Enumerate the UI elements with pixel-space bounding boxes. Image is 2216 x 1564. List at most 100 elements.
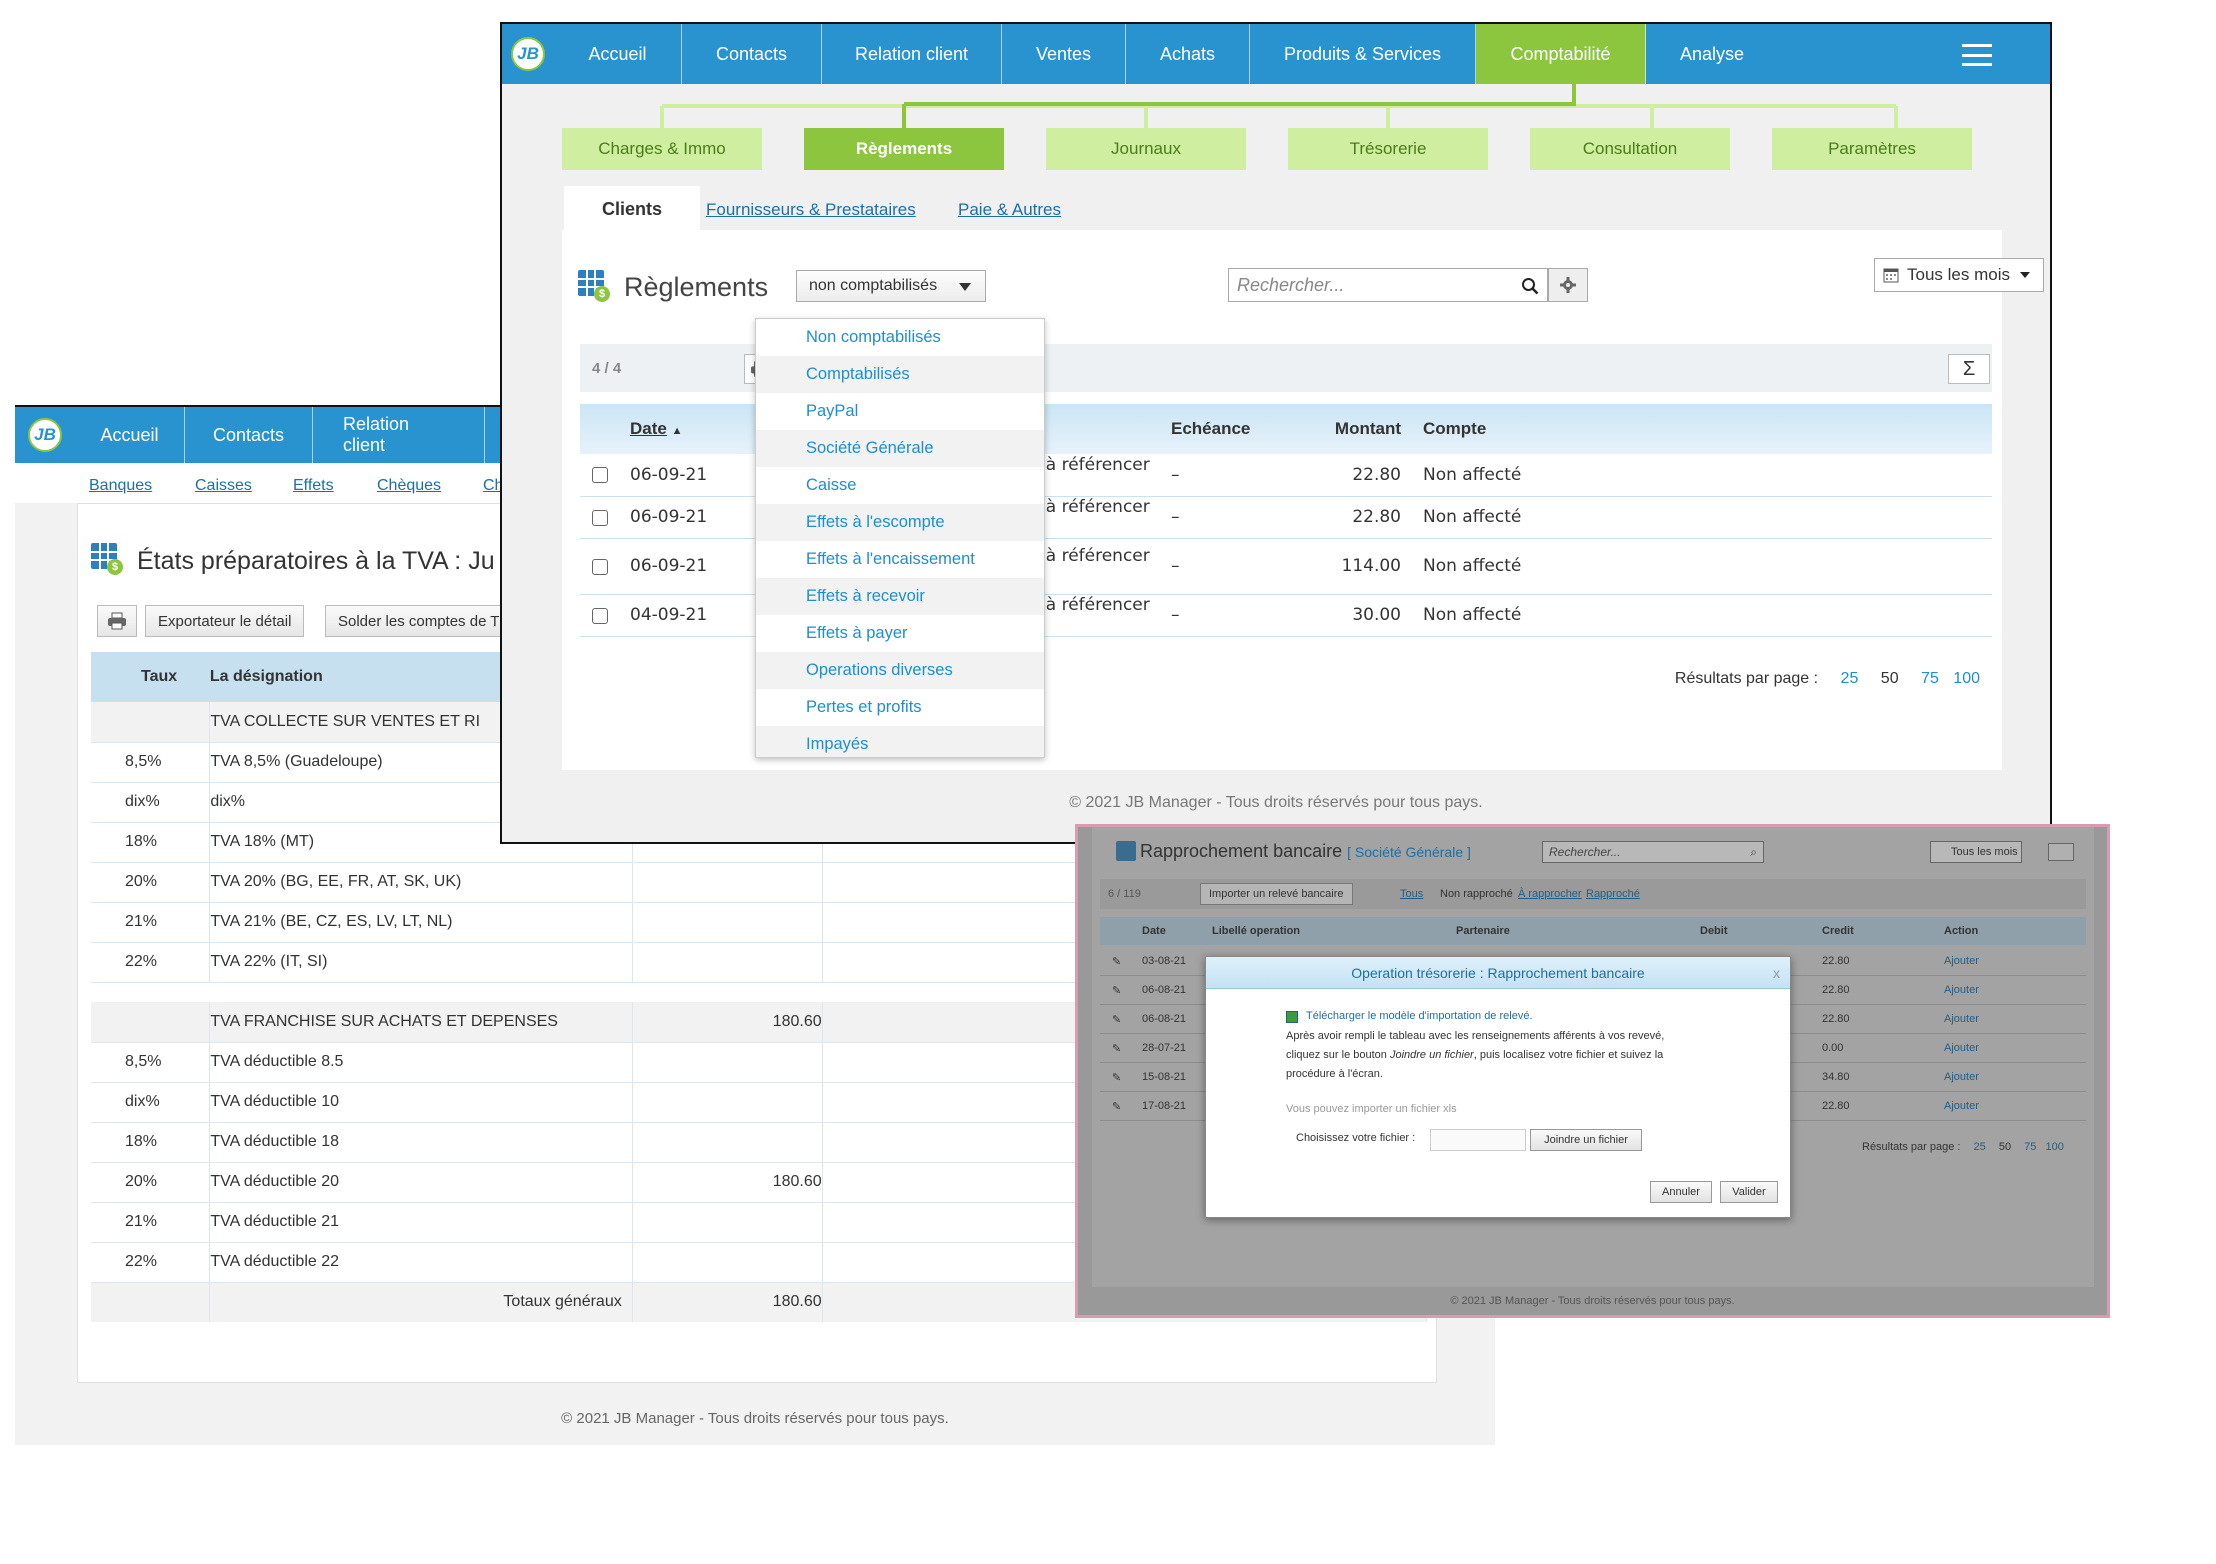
nav-accueil[interactable]: Accueil bbox=[75, 407, 185, 463]
filter-tous[interactable]: Tous bbox=[1400, 888, 1423, 900]
search-icon[interactable] bbox=[1521, 277, 1539, 295]
tab-fournisseurs[interactable]: Fournisseurs & Prestataires bbox=[706, 200, 916, 220]
subnav-caisses[interactable]: Caisses bbox=[195, 477, 252, 495]
row-checkbox[interactable] bbox=[592, 467, 608, 484]
record-count: 6 / 119 bbox=[1108, 888, 1141, 900]
modal-instructions-2: cliquez sur le bouton Joindre un fichier… bbox=[1286, 1049, 1664, 1061]
search-icon[interactable]: ⌕ bbox=[1750, 845, 1757, 860]
row-checkbox[interactable] bbox=[592, 558, 608, 575]
status-filter-select[interactable]: non comptabilisés bbox=[796, 270, 986, 302]
cell-taux bbox=[91, 982, 210, 1002]
cell-taux: 18% bbox=[91, 1122, 211, 1163]
subtab-consultation[interactable]: Consultation bbox=[1530, 128, 1730, 170]
attach-file-button[interactable]: Joindre un fichier bbox=[1530, 1129, 1642, 1151]
dropdown-option[interactable]: Effets à l'encaissement bbox=[756, 541, 1044, 578]
dropdown-option[interactable]: Pertes et profits bbox=[756, 689, 1044, 726]
sum-button[interactable]: Σ bbox=[1948, 354, 1990, 384]
page-size-25[interactable]: 25 bbox=[1974, 1141, 1986, 1153]
nav-analyse[interactable]: Analyse bbox=[1646, 24, 1778, 84]
bank-name[interactable]: [ Société Générale ] bbox=[1347, 844, 1471, 860]
month-filter-select[interactable]: Tous les mois bbox=[1930, 841, 2022, 863]
page-size-75[interactable]: 75 bbox=[1921, 670, 1939, 687]
solder-comptes-button[interactable]: Solder les comptes de T bbox=[325, 605, 505, 637]
edit-pencil-icon[interactable]: ✎ bbox=[1112, 1013, 1121, 1026]
nav-produits-services[interactable]: Produits & Services bbox=[1250, 24, 1476, 84]
dropdown-option[interactable]: Caisse bbox=[756, 467, 1044, 504]
dropdown-option[interactable]: Effets à payer bbox=[756, 615, 1044, 652]
month-filter-select[interactable]: Tous les mois bbox=[1874, 258, 2044, 292]
cell-v1 bbox=[632, 1082, 823, 1123]
jb-logo[interactable]: JB bbox=[502, 24, 554, 84]
page-size-50[interactable]: 50 bbox=[1881, 670, 1899, 687]
cell-compte: Non affecté bbox=[1411, 594, 1992, 637]
nav-relation-client[interactable]: Relation client bbox=[822, 24, 1002, 84]
cancel-button[interactable]: Annuler bbox=[1650, 1181, 1712, 1203]
row-checkbox[interactable] bbox=[592, 607, 608, 624]
edit-pencil-icon[interactable]: ✎ bbox=[1112, 955, 1121, 968]
close-icon[interactable]: x bbox=[1773, 965, 1780, 981]
add-link[interactable]: Ajouter bbox=[1944, 955, 1979, 967]
print-button[interactable] bbox=[97, 605, 137, 637]
nav-achats[interactable]: Achats bbox=[1126, 24, 1250, 84]
validate-button[interactable]: Valider bbox=[1720, 1181, 1778, 1203]
download-template-link[interactable]: Télécharger le modèle d'importation de r… bbox=[1306, 1007, 1533, 1026]
subnav-banques[interactable]: Banques bbox=[89, 477, 152, 495]
import-statement-button[interactable]: Importer un relevé bancaire bbox=[1200, 883, 1353, 905]
dropdown-option[interactable]: Société Générale bbox=[756, 430, 1044, 467]
filter-rapproche[interactable]: Rapproché bbox=[1586, 888, 1640, 900]
nav-contacts[interactable]: Contacts bbox=[682, 24, 822, 84]
add-link[interactable]: Ajouter bbox=[1944, 1013, 1979, 1025]
subtab-charges-immo[interactable]: Charges & Immo bbox=[562, 128, 762, 170]
tab-clients[interactable]: Clients bbox=[564, 186, 700, 232]
edit-pencil-icon[interactable]: ✎ bbox=[1112, 1071, 1121, 1084]
filter-a-rapprocher[interactable]: À rapprocher bbox=[1518, 888, 1582, 900]
cell-label bbox=[209, 982, 633, 1002]
page-size-75[interactable]: 75 bbox=[2024, 1141, 2036, 1153]
export-detail-button[interactable]: Exportateur le détail bbox=[145, 605, 305, 637]
hamburger-menu-icon[interactable] bbox=[1962, 44, 1992, 66]
dropdown-option[interactable]: Non comptabilisés bbox=[756, 319, 1044, 356]
file-label: Choisissez votre fichier : bbox=[1296, 1132, 1416, 1144]
modal-instructions-1: Après avoir rempli le tableau avec les r… bbox=[1286, 1030, 1665, 1042]
edit-pencil-icon[interactable]: ✎ bbox=[1112, 1100, 1121, 1113]
page-size-100[interactable]: 100 bbox=[1953, 670, 1980, 687]
edit-pencil-icon[interactable]: ✎ bbox=[1112, 984, 1121, 997]
search-settings-button[interactable] bbox=[1548, 268, 1588, 302]
list-options-icon[interactable] bbox=[2048, 843, 2074, 861]
header-action: Action bbox=[1944, 925, 1979, 937]
add-link[interactable]: Ajouter bbox=[1944, 1100, 1979, 1112]
nav-accueil[interactable]: Accueil bbox=[554, 24, 682, 84]
file-input[interactable] bbox=[1430, 1129, 1526, 1151]
subnav-cheques[interactable]: Chèques bbox=[377, 477, 441, 495]
subtab-parametres[interactable]: Paramètres bbox=[1772, 128, 1972, 170]
dropdown-option[interactable]: Comptabilisés bbox=[756, 356, 1044, 393]
filter-non-rapproche[interactable]: Non rapproché bbox=[1440, 888, 1513, 900]
nav-ventes[interactable]: Ventes bbox=[1002, 24, 1126, 84]
page-size-50[interactable]: 50 bbox=[1999, 1141, 2011, 1153]
subtab-journaux[interactable]: Journaux bbox=[1046, 128, 1246, 170]
add-link[interactable]: Ajouter bbox=[1944, 1042, 1979, 1054]
add-link[interactable]: Ajouter bbox=[1944, 1071, 1979, 1083]
dropdown-option[interactable]: Impayés bbox=[756, 726, 1044, 757]
search-input[interactable]: Rechercher... ⌕ bbox=[1542, 841, 1764, 863]
search-input[interactable]: Rechercher... bbox=[1228, 268, 1548, 302]
dropdown-option[interactable]: PayPal bbox=[756, 393, 1044, 430]
nav-contacts[interactable]: Contacts bbox=[185, 407, 313, 463]
page-size-25[interactable]: 25 bbox=[1841, 670, 1859, 687]
subnav-effets[interactable]: Effets bbox=[293, 477, 334, 495]
edit-pencil-icon[interactable]: ✎ bbox=[1112, 1042, 1121, 1055]
caret-down-icon bbox=[2019, 272, 2030, 278]
dropdown-option[interactable]: Effets à recevoir bbox=[756, 578, 1044, 615]
add-link[interactable]: Ajouter bbox=[1944, 984, 1979, 996]
subtab-reglements[interactable]: Règlements bbox=[804, 128, 1004, 170]
jb-logo[interactable]: JB bbox=[15, 407, 75, 463]
row-checkbox[interactable] bbox=[592, 509, 608, 526]
reglements-window: JB Accueil Contacts Relation client Vent… bbox=[500, 22, 2052, 844]
nav-relation-client[interactable]: Relation client bbox=[313, 407, 485, 463]
dropdown-option[interactable]: Operations diverses bbox=[756, 652, 1044, 689]
subtab-tresorerie[interactable]: Trésorerie bbox=[1288, 128, 1488, 170]
page-size-100[interactable]: 100 bbox=[2045, 1141, 2063, 1153]
tab-paie-autres[interactable]: Paie & Autres bbox=[958, 200, 1061, 220]
nav-comptabilite[interactable]: Comptabilité bbox=[1476, 24, 1646, 84]
dropdown-option[interactable]: Effets à l'escompte bbox=[756, 504, 1044, 541]
